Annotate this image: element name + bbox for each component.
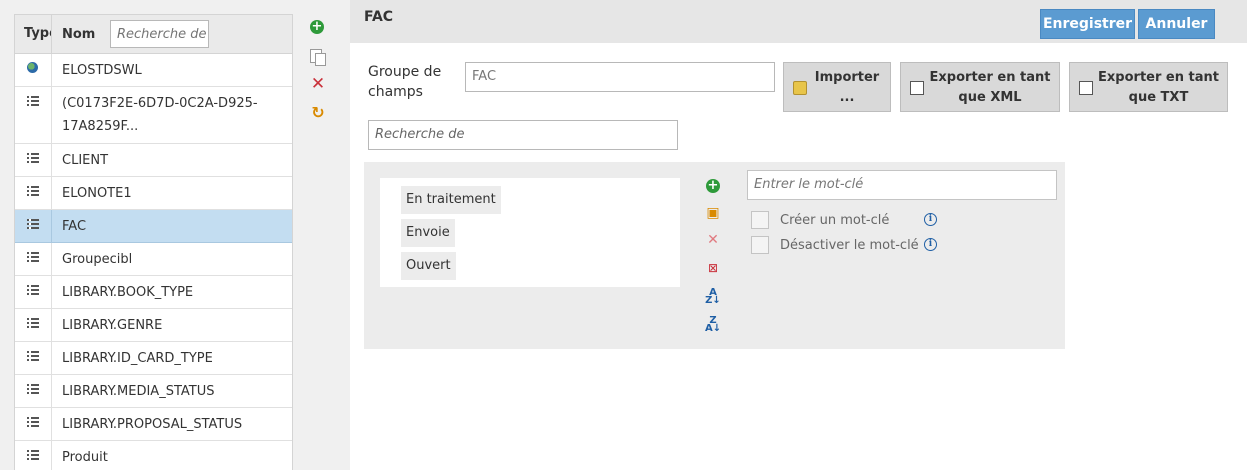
table-body: ELOSTDSWL (C0173F2E-6D7D-0C2A-D925-17A825…	[15, 54, 292, 470]
list-icon	[27, 318, 39, 328]
disable-keyword-checkbox[interactable]	[751, 236, 769, 254]
table-row[interactable]: Groupecibl	[15, 243, 292, 276]
delete-icon[interactable]: ✕	[310, 76, 326, 93]
keyword-item[interactable]: Ouvert	[401, 252, 456, 280]
row-name: LIBRARY.GENRE	[62, 317, 163, 333]
export-xml-label: Exporter en tant que XML	[929, 70, 1051, 105]
txt-file-icon	[1079, 81, 1093, 95]
table-row[interactable]: LIBRARY.MEDIA_STATUS	[15, 375, 292, 408]
keyword-panel: En traitement Envoie Ouvert + ▣ ✕ ⊠ A Z↓ ZA…	[364, 162, 1065, 349]
table-row[interactable]: LIBRARY.PROPOSAL_STATUS	[15, 408, 292, 441]
create-keyword-checkbox[interactable]	[751, 211, 769, 229]
add-child-keyword-icon[interactable]: ▣	[705, 205, 721, 221]
list-icon	[27, 384, 39, 394]
row-type-cell	[15, 441, 52, 470]
table-row[interactable]: ELOSTDSWL	[15, 54, 292, 87]
table-row[interactable]: ELONOTE1	[15, 177, 292, 210]
export-txt-label: Exporter en tant que TXT	[1098, 70, 1219, 105]
table-row[interactable]: LIBRARY.ID_CARD_TYPE	[15, 342, 292, 375]
row-type-cell	[15, 210, 52, 242]
info-icon[interactable]: i	[924, 238, 937, 251]
row-name: LIBRARY.BOOK_TYPE	[62, 284, 194, 300]
table-row[interactable]: CLIENT	[15, 144, 292, 177]
list-icon	[27, 285, 39, 295]
column-header-name[interactable]: Nom	[52, 27, 110, 42]
copy-icon[interactable]	[310, 49, 326, 66]
row-name: Groupecibl	[62, 251, 133, 267]
keyword-item[interactable]: En traitement	[401, 186, 501, 214]
field-group-label: Groupe de champs	[368, 64, 442, 100]
row-type-cell	[15, 276, 52, 308]
create-keyword-label: Créer un mot-clé	[780, 213, 890, 228]
import-button-label: Importer ...	[814, 70, 880, 105]
table-row[interactable]: LIBRARY.BOOK_TYPE	[15, 276, 292, 309]
folder-icon	[793, 81, 807, 95]
left-pane: Type Nom ELOSTDSWL (C0173F2E-6D7D-0C2A-D9…	[0, 0, 350, 470]
list-icon	[27, 252, 39, 262]
row-type-cell	[15, 243, 52, 275]
row-name: ELONOTE1	[62, 185, 132, 201]
row-name: ELOSTDSWL	[62, 62, 142, 78]
sort-ascending-icon[interactable]: A Z↓	[705, 288, 721, 306]
export-xml-button[interactable]: Exporter en tant que XML	[900, 62, 1060, 112]
table-row[interactable]: LIBRARY.GENRE	[15, 309, 292, 342]
list-icon	[27, 417, 39, 427]
sort-descending-icon[interactable]: Z A↓	[705, 316, 721, 334]
row-type-cell	[15, 408, 52, 440]
row-type-cell	[15, 87, 52, 143]
add-icon[interactable]: +	[310, 20, 326, 36]
table-row[interactable]: (C0173F2E-6D7D-0C2A-D925-17A8259F...	[15, 87, 292, 144]
header-bar: FAC Enregistrer Annuler	[350, 0, 1247, 43]
field-group-table: Type Nom ELOSTDSWL (C0173F2E-6D7D-0C2A-D9…	[14, 14, 293, 470]
table-header: Type Nom	[15, 15, 292, 54]
list-icon	[27, 351, 39, 361]
refresh-icon[interactable]: ↻	[310, 105, 326, 121]
keyword-input[interactable]: Entrer le mot-clé	[747, 170, 1057, 200]
export-txt-button[interactable]: Exporter en tant que TXT	[1069, 62, 1228, 112]
row-type-cell	[15, 342, 52, 374]
row-type-cell	[15, 375, 52, 407]
keyword-search-input[interactable]: Recherche de	[368, 120, 678, 150]
table-row[interactable]: Produit	[15, 441, 292, 470]
row-type-cell	[15, 309, 52, 341]
row-type-cell	[15, 177, 52, 209]
add-keyword-icon[interactable]: +	[705, 178, 721, 194]
list-icon	[27, 450, 39, 460]
row-type-cell	[15, 144, 52, 176]
delete-keyword-icon[interactable]: ✕	[705, 232, 721, 248]
list-icon	[27, 219, 39, 229]
clear-keywords-icon[interactable]: ⊠	[705, 260, 721, 276]
page-title: FAC	[364, 9, 394, 25]
list-icon	[27, 96, 39, 106]
info-icon[interactable]: i	[924, 213, 937, 226]
column-header-type[interactable]: Type	[15, 15, 52, 53]
table-row[interactable]: FAC	[15, 210, 292, 243]
cancel-button[interactable]: Annuler	[1138, 9, 1215, 39]
row-name: LIBRARY.ID_CARD_TYPE	[62, 350, 213, 366]
row-name: FAC	[62, 218, 87, 234]
field-group-input[interactable]: FAC	[465, 62, 775, 92]
row-name: LIBRARY.MEDIA_STATUS	[62, 383, 215, 399]
xml-file-icon	[910, 81, 924, 95]
row-name: (C0173F2E-6D7D-0C2A-D925-17A8259F...	[62, 96, 258, 134]
table-search-input[interactable]	[110, 20, 209, 48]
save-button[interactable]: Enregistrer	[1040, 9, 1135, 39]
keyword-item[interactable]: Envoie	[401, 219, 455, 247]
list-icon	[27, 186, 39, 196]
row-name: CLIENT	[62, 152, 109, 168]
import-button[interactable]: Importer ...	[783, 62, 891, 112]
disable-keyword-label: Désactiver le mot-clé	[780, 238, 919, 253]
row-name: LIBRARY.PROPOSAL_STATUS	[62, 416, 243, 432]
list-icon	[27, 153, 39, 163]
row-type-cell	[15, 54, 52, 86]
row-name: Produit	[62, 449, 108, 465]
globe-icon	[27, 62, 38, 73]
keyword-list: En traitement Envoie Ouvert	[380, 178, 680, 287]
